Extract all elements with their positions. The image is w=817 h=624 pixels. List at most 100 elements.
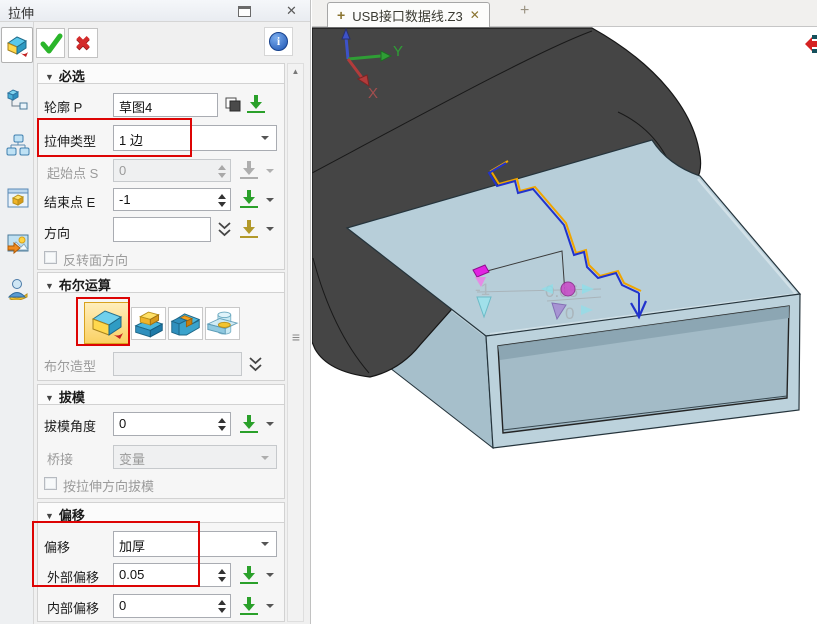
ok-button[interactable] <box>36 28 65 58</box>
boolean-add-button[interactable] <box>131 307 166 340</box>
boolean-intersect-icon <box>206 309 239 339</box>
highlight-offset-fields <box>32 521 200 587</box>
spinner[interactable] <box>218 194 226 207</box>
info-icon: i <box>269 32 288 51</box>
new-tab-button[interactable]: + <box>520 2 529 20</box>
cancel-icon: ✖ <box>75 31 92 56</box>
start-point-input[interactable]: 0 <box>113 159 231 182</box>
document-tabbar: + USB接口数据线.Z3 ✕ + <box>312 0 817 27</box>
import-arrow-icon[interactable] <box>247 95 265 113</box>
bridge-value: 变量 <box>119 452 145 467</box>
draft-angle-label: 拔模角度 <box>44 416 96 435</box>
bridge-row: 桥接 变量 <box>0 445 311 472</box>
spinner[interactable] <box>218 418 226 431</box>
chevron-down-icon[interactable] <box>266 604 274 608</box>
sidebar-item-extrude[interactable] <box>1 27 33 63</box>
start-point-label: 起始点 S <box>47 163 98 182</box>
profile-value: 草图4 <box>119 100 152 115</box>
restore-icon[interactable] <box>238 6 251 17</box>
panel-scrollbar[interactable]: ▲ ≡ <box>287 63 304 622</box>
end-point-label: 结束点 E <box>44 192 95 211</box>
highlight-boolean-base <box>76 297 130 346</box>
check-icon <box>39 31 63 55</box>
double-chevron-icon[interactable] <box>217 221 232 238</box>
boolean-subtract-icon <box>169 309 202 339</box>
extrude-command-panel: 拉伸 ✕ <box>0 0 311 624</box>
panel-title: 拉伸 <box>8 3 34 22</box>
boolean-intersect-button[interactable] <box>205 307 240 340</box>
draft-along-row: 按拉伸方向拔模 <box>0 476 311 494</box>
boolean-add-icon <box>132 309 165 339</box>
dim-inner-text: 0 <box>565 304 574 323</box>
info-button[interactable]: i <box>264 27 293 56</box>
inner-offset-row: 内部偏移 0 <box>0 594 311 621</box>
double-chevron-icon[interactable] <box>248 356 263 373</box>
tab-close-icon[interactable]: ✕ <box>470 8 480 22</box>
chevron-down-icon[interactable] <box>266 198 274 202</box>
extrude-icon <box>5 33 29 57</box>
collapse-icon: ▼ <box>45 281 54 291</box>
profile-label: 轮廓 P <box>44 97 82 116</box>
cancel-button[interactable]: ✖ <box>68 28 98 58</box>
viewport-3d[interactable]: -1 0.05 0 Y X <box>312 27 817 624</box>
import-arrow-icon[interactable] <box>240 415 258 433</box>
copy-icon[interactable] <box>224 97 242 113</box>
person-icon <box>6 276 30 300</box>
chevron-down-icon[interactable] <box>266 573 274 577</box>
boolean-shape-input[interactable] <box>113 352 242 376</box>
reverse-face-label: 反转面方向 <box>63 250 128 269</box>
panel-close-icon[interactable]: ✕ <box>286 3 297 19</box>
end-point-input[interactable]: -1 <box>113 188 231 211</box>
direction-input[interactable] <box>113 217 211 242</box>
import-arrow-icon[interactable] <box>240 597 258 615</box>
draft-along-checkbox[interactable] <box>44 477 57 490</box>
end-point-row: 结束点 E -1 <box>0 188 311 215</box>
profile-input[interactable]: 草图4 <box>113 93 218 117</box>
boolean-subtract-button[interactable] <box>168 307 203 340</box>
tab-plus-icon: + <box>337 7 345 23</box>
inner-offset-label: 内部偏移 <box>47 598 99 617</box>
reverse-face-checkbox[interactable] <box>44 251 57 264</box>
collapse-icon: ▼ <box>45 72 54 82</box>
sidebar-item-user[interactable] <box>3 274 32 302</box>
chevron-down-icon[interactable] <box>266 422 274 426</box>
section-title: 拔模 <box>59 390 85 405</box>
panel-grip-icon[interactable]: ≡ <box>288 329 303 345</box>
chevron-down-icon[interactable] <box>266 169 274 173</box>
section-header-draft[interactable]: ▼拔模 <box>37 384 285 405</box>
bridge-select[interactable]: 变量 <box>113 445 277 469</box>
outer-offset-handle[interactable] <box>561 282 575 296</box>
spinner[interactable] <box>218 165 226 178</box>
draft-angle-value: 0 <box>119 416 126 431</box>
profile-row: 轮廓 P 草图4 <box>0 93 311 120</box>
tab-usb-document[interactable]: + USB接口数据线.Z3 ✕ <box>327 2 490 27</box>
import-arrow-icon[interactable] <box>240 220 258 238</box>
axis-y-label: Y <box>393 43 403 60</box>
inner-offset-value: 0 <box>119 598 126 613</box>
boolean-shape-label: 布尔造型 <box>44 356 96 375</box>
section-header-required[interactable]: ▼ 必选 <box>37 63 285 84</box>
end-point-value: -1 <box>119 192 131 207</box>
reverse-face-row: 反转面方向 <box>0 250 311 268</box>
import-arrow-icon[interactable] <box>240 566 258 584</box>
import-arrow-icon[interactable] <box>240 161 258 179</box>
zw3d-window: 拉伸 ✕ <box>0 0 817 624</box>
spinner[interactable] <box>218 600 226 613</box>
spinner[interactable] <box>218 569 226 582</box>
draft-along-label: 按拉伸方向拔模 <box>63 476 154 495</box>
chevron-down-icon <box>261 456 269 460</box>
draft-angle-row: 拔模角度 0 <box>0 412 311 439</box>
axis-x-label: X <box>368 85 378 102</box>
section-title: 必选 <box>59 69 85 84</box>
chevron-down-icon[interactable] <box>266 227 274 231</box>
import-arrow-icon[interactable] <box>240 190 258 208</box>
section-header-boolean[interactable]: ▼布尔运算 <box>37 272 285 293</box>
chevron-down-icon <box>261 542 269 546</box>
direction-label: 方向 <box>44 223 70 242</box>
scroll-up-icon[interactable]: ▲ <box>288 67 303 76</box>
section-header-offset[interactable]: ▼偏移 <box>37 502 285 523</box>
bridge-label: 桥接 <box>47 449 73 468</box>
highlight-extrude-type <box>37 118 192 157</box>
inner-offset-input[interactable]: 0 <box>113 594 231 618</box>
draft-angle-input[interactable]: 0 <box>113 412 231 436</box>
